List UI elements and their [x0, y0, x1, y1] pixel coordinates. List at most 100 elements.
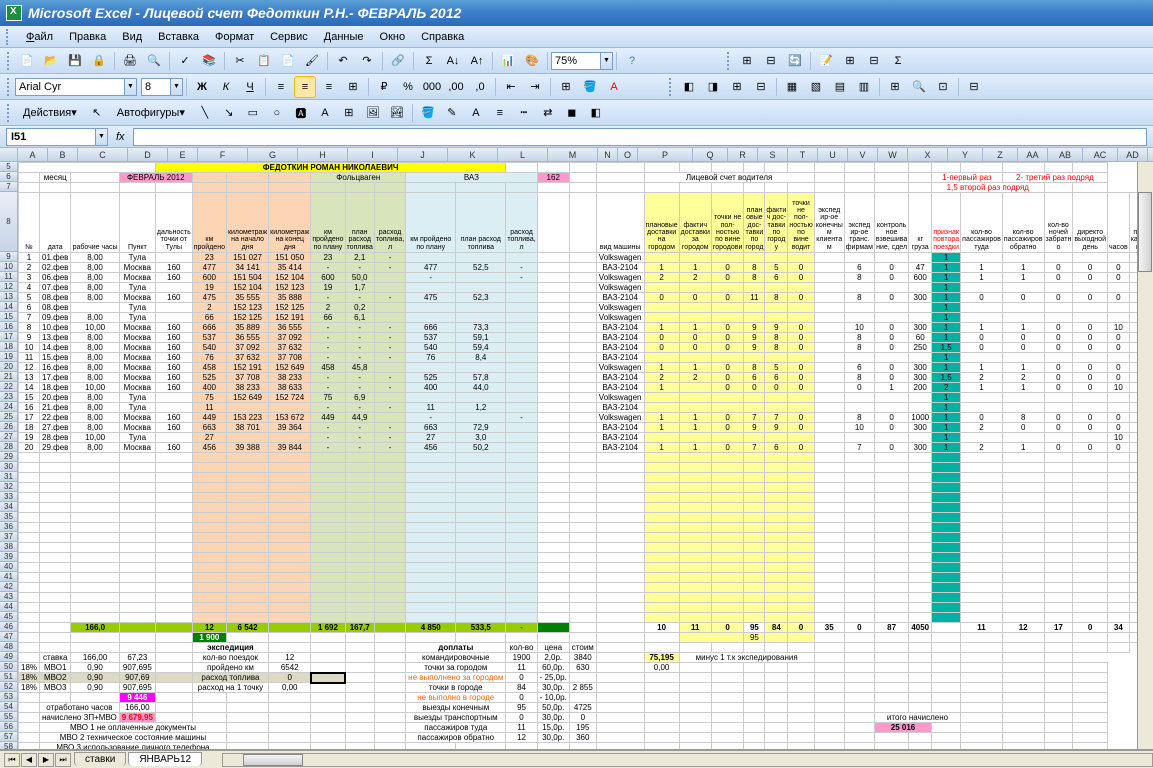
menu-format[interactable]: Формат	[207, 29, 262, 45]
size-dropdown[interactable]: ▼	[171, 78, 183, 96]
dec-decimal-icon[interactable]: ,0	[469, 76, 491, 98]
toolbar-grip[interactable]	[6, 29, 12, 45]
group-icon[interactable]: ⊞	[839, 50, 861, 72]
sort-desc-icon[interactable]: A↑	[466, 50, 488, 72]
inc-decimal-icon[interactable]: ,00	[445, 76, 467, 98]
menu-file[interactable]: Файл	[18, 29, 61, 45]
align-left-icon[interactable]: ≡	[270, 76, 292, 98]
dash-icon[interactable]: ┅	[513, 102, 535, 124]
zoom-input[interactable]	[551, 52, 601, 70]
tab-first-icon[interactable]: ⏮	[4, 753, 20, 767]
tab-next-icon[interactable]: ▶	[38, 753, 54, 767]
diagram-icon[interactable]: ⊞	[338, 102, 360, 124]
pivot-icon[interactable]: ⊞	[736, 50, 758, 72]
subtotal-icon[interactable]: Σ	[887, 50, 909, 72]
bold-icon[interactable]: Ж	[191, 76, 213, 98]
misc-icon[interactable]: ⊟	[963, 76, 985, 98]
shadow-icon[interactable]: ◼	[561, 102, 583, 124]
permission-icon[interactable]: 🔒	[88, 50, 110, 72]
dec-indent-icon[interactable]: ⇤	[500, 76, 522, 98]
autosum-icon[interactable]: Σ	[418, 50, 440, 72]
sheet-tab-active[interactable]: ЯНВАРЬ12	[128, 752, 202, 766]
copy-icon[interactable]: 📋	[253, 50, 275, 72]
misc-icon[interactable]: ▧	[805, 76, 827, 98]
new-icon[interactable]: 📄	[16, 50, 38, 72]
fill-icon[interactable]: 🪣	[417, 102, 439, 124]
undo-icon[interactable]: ↶	[332, 50, 354, 72]
wordart-icon[interactable]: A	[314, 102, 336, 124]
align-right-icon[interactable]: ≡	[318, 76, 340, 98]
grip[interactable]	[7, 104, 12, 122]
drawing-icon[interactable]: 🎨	[521, 50, 543, 72]
misc-icon[interactable]: ⊟	[750, 76, 772, 98]
name-dropdown[interactable]: ▼	[96, 128, 108, 146]
currency-icon[interactable]: ₽	[373, 76, 395, 98]
misc-icon[interactable]: 🔍	[908, 76, 930, 98]
arrow-style-icon[interactable]: ⇄	[537, 102, 559, 124]
sheet-tab[interactable]: ставки	[74, 752, 126, 766]
worksheet-grid[interactable]: ABCDEFGHIJKLMNOPQRSTUVWXYZAAABACADAEAF 5…	[0, 148, 1153, 750]
grip[interactable]	[669, 78, 674, 96]
redo-icon[interactable]: ↷	[356, 50, 378, 72]
3d-icon[interactable]: ◧	[585, 102, 607, 124]
font-color-icon[interactable]: A	[603, 76, 625, 98]
misc-icon[interactable]: ◨	[702, 76, 724, 98]
misc-icon[interactable]: ▦	[781, 76, 803, 98]
spell-icon[interactable]: ✓	[174, 50, 196, 72]
autoshapes-menu[interactable]: Автофигуры ▾	[110, 102, 192, 124]
fx-icon[interactable]: fx	[116, 131, 125, 143]
oval-icon[interactable]: ○	[266, 102, 288, 124]
misc-icon[interactable]: ⊞	[884, 76, 906, 98]
row-headers[interactable]: 5678910111213141516171819202122232425262…	[0, 162, 18, 750]
format-painter-icon[interactable]: 🖌	[301, 50, 323, 72]
comma-icon[interactable]: 000	[421, 76, 443, 98]
form-icon[interactable]: 📝	[815, 50, 837, 72]
line-icon[interactable]: ╲	[194, 102, 216, 124]
misc-icon[interactable]: ⊡	[932, 76, 954, 98]
preview-icon[interactable]: 🔍	[143, 50, 165, 72]
italic-icon[interactable]: К	[215, 76, 237, 98]
tab-prev-icon[interactable]: ◀	[21, 753, 37, 767]
misc-icon[interactable]: ◧	[678, 76, 700, 98]
paste-icon[interactable]: 📄	[277, 50, 299, 72]
fill-color-icon[interactable]: 🪣	[579, 76, 601, 98]
cut-icon[interactable]: ✂	[229, 50, 251, 72]
grip[interactable]	[727, 52, 732, 70]
misc-icon[interactable]: ▤	[829, 76, 851, 98]
column-headers[interactable]: ABCDEFGHIJKLMNOPQRSTUVWXYZAAABACADAEAF	[18, 148, 1153, 162]
grip[interactable]	[7, 52, 12, 70]
misc-icon[interactable]: ⊞	[726, 76, 748, 98]
cells[interactable]: ФЕДОТКИН РОМАН НИКОЛАЕВИЧмесяцФЕВРАЛЬ 20…	[18, 162, 1153, 750]
select-all-corner[interactable]	[0, 148, 18, 162]
font-color-icon[interactable]: A	[465, 102, 487, 124]
menu-edit[interactable]: Правка	[61, 29, 114, 45]
merge-icon[interactable]: ⊞	[342, 76, 364, 98]
select-icon[interactable]: ↖	[86, 102, 108, 124]
horizontal-scrollbar[interactable]	[222, 753, 1153, 767]
vertical-scrollbar[interactable]	[1137, 162, 1153, 749]
save-icon[interactable]: 💾	[64, 50, 86, 72]
refresh-icon[interactable]: 🔄	[784, 50, 806, 72]
inc-indent-icon[interactable]: ⇥	[524, 76, 546, 98]
menu-tools[interactable]: Сервис	[262, 29, 316, 45]
actions-menu[interactable]: Действия ▾	[16, 102, 84, 124]
borders-icon[interactable]: ⊞	[555, 76, 577, 98]
font-size-input[interactable]	[141, 78, 171, 96]
textbox-icon[interactable]: 🅰	[290, 102, 312, 124]
open-icon[interactable]: 📂	[40, 50, 62, 72]
help-icon[interactable]: ?	[621, 50, 643, 72]
name-box[interactable]	[6, 128, 96, 146]
pivot2-icon[interactable]: ⊟	[760, 50, 782, 72]
rect-icon[interactable]: ▭	[242, 102, 264, 124]
tab-last-icon[interactable]: ⏭	[55, 753, 71, 767]
menu-window[interactable]: Окно	[372, 29, 414, 45]
formula-input[interactable]	[133, 128, 1147, 146]
percent-icon[interactable]: %	[397, 76, 419, 98]
picture-icon[interactable]: 🏞	[386, 102, 408, 124]
grip[interactable]	[7, 78, 12, 96]
menu-help[interactable]: Справка	[413, 29, 472, 45]
font-name-input[interactable]	[15, 78, 125, 96]
misc-icon[interactable]: ▥	[853, 76, 875, 98]
menu-insert[interactable]: Вставка	[150, 29, 207, 45]
clipart-icon[interactable]: 🖼	[362, 102, 384, 124]
